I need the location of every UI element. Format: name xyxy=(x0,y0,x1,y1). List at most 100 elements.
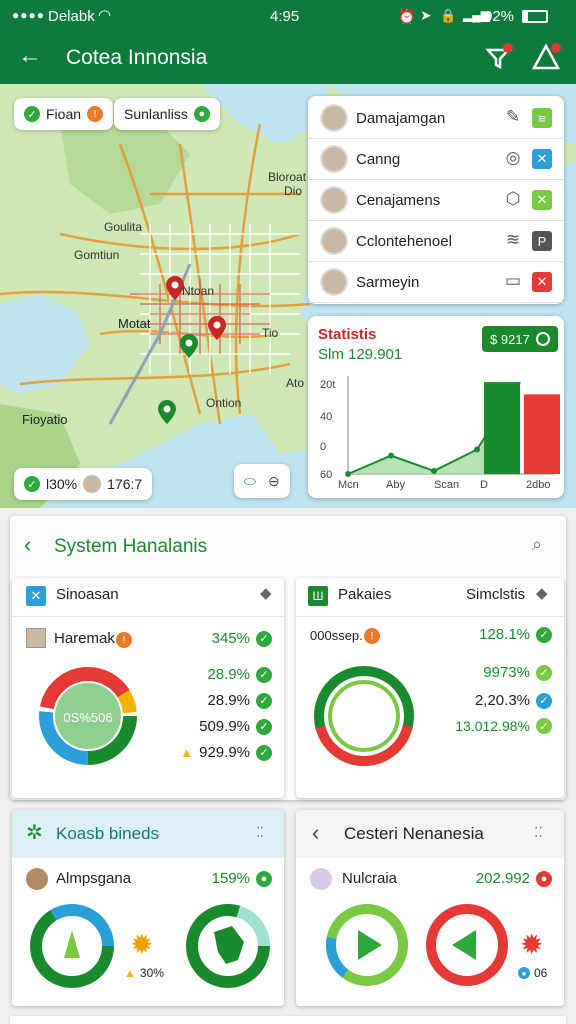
back-chevron-icon[interactable]: ‹ xyxy=(24,532,31,558)
check-icon: ✓ xyxy=(536,664,552,681)
filter-chip-sunlanliss[interactable]: Sunlanliss ● xyxy=(114,98,220,130)
wave-icon[interactable]: ≋ xyxy=(502,230,524,252)
value-text: 9973% xyxy=(483,664,530,681)
check-icon: ✓ xyxy=(256,692,272,709)
check-icon: ✓ xyxy=(256,744,272,761)
check-icon: ✓ xyxy=(256,718,272,735)
filter-chip-fioan[interactable]: ✓ Fioan ! xyxy=(14,98,114,130)
value-row: ▲ 929.9% ✓ xyxy=(162,744,272,761)
user-list-row[interactable]: Cclontehenoel ≋ P xyxy=(308,221,564,262)
map-label: Ontion xyxy=(206,396,242,410)
check-icon: ✓ xyxy=(536,626,552,643)
tag-icon: ● xyxy=(536,870,552,887)
p-icon[interactable]: P xyxy=(532,231,552,251)
minus-circle-icon[interactable]: ⊖ xyxy=(268,473,280,490)
value-row: 9973% ✓ xyxy=(446,664,552,681)
map-label: Bloroat xyxy=(268,170,307,184)
cesteri-card: ‹ Cesteri Nenanesia ⁚⁚ Nulcraia 202.992 ●… xyxy=(296,810,564,1006)
avatar xyxy=(320,268,348,296)
check-icon: ✓ xyxy=(24,476,40,492)
grid-icon: Ш xyxy=(308,586,328,606)
info-icon: ● xyxy=(518,967,530,979)
alert-icon[interactable] xyxy=(531,42,562,72)
app-bar: ← Cotea Innonsia xyxy=(0,34,576,84)
row-title: 000ssep. xyxy=(310,628,363,643)
x-tick-label: D xyxy=(480,479,488,491)
chip-label: Sunlanliss xyxy=(124,106,188,122)
user-list-row[interactable]: Damajamgan ✎ ≡ xyxy=(308,98,564,139)
drag-handle-icon[interactable]: ⁚⁚ xyxy=(534,824,543,841)
location-icon: ➤ xyxy=(420,7,432,23)
close-icon[interactable]: ✕ xyxy=(532,190,552,210)
pen-icon[interactable]: ✎ xyxy=(502,107,524,129)
search-icon[interactable]: ⌕ xyxy=(532,534,542,555)
map-summary-chip[interactable]: ✓ l30% 176:7 xyxy=(14,468,153,500)
summary-number: 176:7 xyxy=(107,476,143,492)
row-value: 128.1% ✓ xyxy=(446,626,552,643)
user-list-row[interactable]: Sarmeyin ▭ ✕ xyxy=(308,262,564,303)
user-list-panel: Damajamgan ✎ ≡ Canng ◎ ✕ Cenajamens ⬡ ✕ Cclontehe… xyxy=(308,96,564,304)
row-value: 345% ✓ xyxy=(180,630,272,647)
y-tick-label: 60 xyxy=(320,469,332,481)
x-tick-label: Mcn xyxy=(338,479,359,491)
data-point xyxy=(431,467,437,474)
value-row: 28.9% ✓ xyxy=(172,666,272,683)
share-icon: ✲ xyxy=(26,822,43,844)
user-name: Damajamgan xyxy=(356,109,446,127)
play-ring-icon[interactable] xyxy=(324,902,410,988)
map-label: Ntoan xyxy=(182,284,215,298)
clock: 4:95 xyxy=(270,8,300,25)
gear-icon[interactable]: ✹ xyxy=(520,928,543,961)
check-icon: ✓ xyxy=(24,106,40,122)
map-pin-icon[interactable] xyxy=(208,316,226,340)
close-icon[interactable]: ✕ xyxy=(532,149,552,169)
x-tick-label: 2dbo xyxy=(526,479,550,491)
small-value: 06 xyxy=(534,966,548,980)
divider xyxy=(12,616,284,617)
row-value-text: 345% xyxy=(211,630,250,647)
user-list-row[interactable]: Canng ◎ ✕ xyxy=(308,139,564,180)
gear-icon[interactable]: ✹ xyxy=(130,928,153,961)
leaf-icon[interactable]: ⬭ xyxy=(244,473,256,490)
back-arrow-icon[interactable]: ← xyxy=(18,42,42,70)
list-icon[interactable]: ≡ xyxy=(532,108,552,128)
region-ring-icon xyxy=(186,904,270,988)
avatar xyxy=(26,628,46,648)
warning-icon: ▲ xyxy=(180,745,194,760)
warn-row: ▲ 30% xyxy=(124,966,164,980)
rewind-ring-icon[interactable] xyxy=(424,902,510,988)
filter-icon[interactable] xyxy=(484,42,514,72)
video-icon[interactable]: ▭ xyxy=(502,271,524,293)
map-label: Goulita xyxy=(104,220,143,234)
check-icon: ✓ xyxy=(536,718,552,734)
diamond-icon[interactable]: ◆ xyxy=(536,584,548,602)
warning-icon: ▲ xyxy=(124,966,136,980)
divider xyxy=(296,616,564,617)
close-icon[interactable]: ✕ xyxy=(532,272,552,292)
map-tools-chip[interactable]: ⬭ ⊖ xyxy=(234,464,290,498)
map-label: Tio xyxy=(262,326,279,340)
data-point xyxy=(345,471,351,477)
map-pin-icon[interactable] xyxy=(158,400,176,424)
shuffle-icon: ✕ xyxy=(26,586,46,606)
value-text: 509.9% xyxy=(199,718,250,735)
tag-icon[interactable]: ⬡ xyxy=(502,189,524,211)
card-title: Koasb bineds xyxy=(56,824,160,843)
page-title: Cotea Innonsia xyxy=(66,46,208,69)
row-value-text: 159% xyxy=(211,870,250,887)
card-header: Sinoasan xyxy=(56,586,119,603)
avatar xyxy=(26,868,48,890)
user-list-row[interactable]: Cenajamens ⬡ ✕ xyxy=(308,180,564,221)
data-point xyxy=(474,446,480,453)
value-text: 929.9% xyxy=(199,744,250,761)
statistics-chart: 20t 40 0 60 Mcn Aby Scan D 2dbo xyxy=(320,376,560,491)
battery-icon xyxy=(522,10,548,23)
panel-title: System Hanalanis xyxy=(54,536,208,557)
back-chevron-icon[interactable]: ‹ xyxy=(312,820,319,846)
map-pin-icon[interactable] xyxy=(180,334,198,358)
drag-handle-icon[interactable]: ⁚⁚ xyxy=(256,824,264,841)
wifi-icon: ◠ xyxy=(98,7,112,24)
target-icon[interactable]: ◎ xyxy=(502,148,524,170)
diamond-icon[interactable]: ◆ xyxy=(260,584,272,602)
value-row: 13.012.98% ✓ xyxy=(416,718,552,734)
